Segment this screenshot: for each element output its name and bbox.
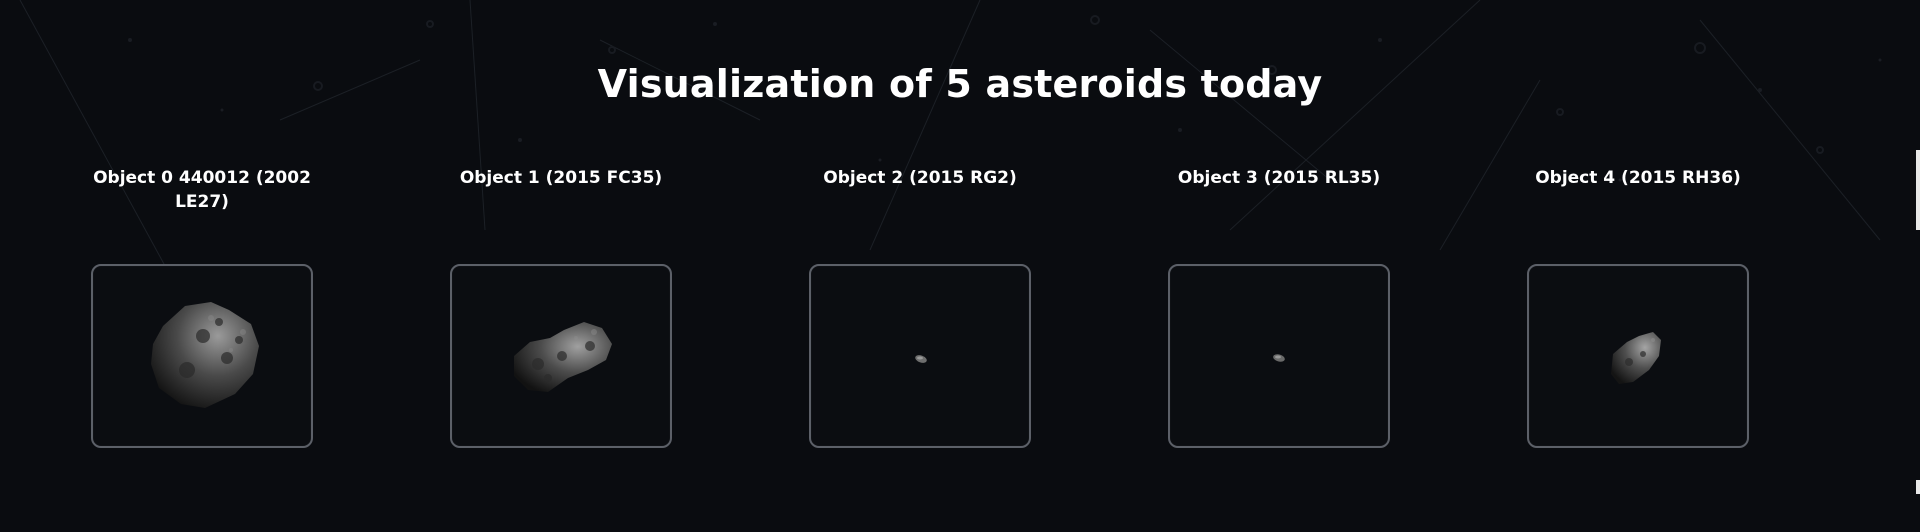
- scrollbar-marker: [1916, 480, 1920, 494]
- asteroid-model-1: [514, 322, 612, 392]
- asteroid-viewer-3[interactable]: [1168, 264, 1390, 448]
- scrollbar-marker: [1916, 150, 1920, 230]
- asteroid-card-4: Object 4 (2015 RH36): [1508, 166, 1768, 448]
- asteroid-model-2: [915, 355, 927, 363]
- asteroid-name: Object 2 (2015 RG2): [823, 168, 1017, 188]
- asteroid-card-0: Object 0 440012 (2002 LE27): [72, 166, 332, 448]
- asteroid-viewer-4[interactable]: [1527, 264, 1749, 448]
- asteroid-card-1: Object 1 (2015 FC35): [431, 166, 691, 448]
- asteroid-name: Object 3 (2015 RL35): [1177, 168, 1381, 188]
- asteroid-viewer-2[interactable]: [809, 264, 1031, 448]
- asteroid-model-4: [1611, 332, 1661, 384]
- asteroid-viewer-1[interactable]: [450, 264, 672, 448]
- page-title: Visualization of 5 asteroids today: [597, 62, 1323, 106]
- asteroid-name: Object 4 (2015 RH36): [1535, 168, 1741, 188]
- asteroid-name: Object 1 (2015 FC35): [459, 168, 663, 188]
- asteroid-card-3: Object 3 (2015 RL35): [1149, 166, 1409, 448]
- asteroid-model-3: [1273, 354, 1285, 362]
- asteroid-model-0: [151, 302, 259, 408]
- asteroid-name: Object 0 440012 (2002 LE27): [93, 168, 311, 212]
- page: Visualization of 5 asteroids today Objec…: [0, 0, 1920, 532]
- asteroid-viewer-0[interactable]: [91, 264, 313, 448]
- asteroid-card-2: Object 2 (2015 RG2): [790, 166, 1050, 448]
